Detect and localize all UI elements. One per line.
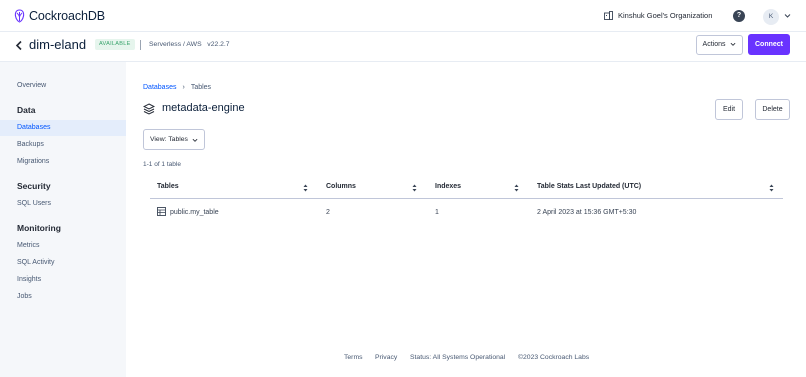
- sort-icon[interactable]: [303, 184, 308, 192]
- back-arrow-icon[interactable]: [15, 40, 23, 51]
- page-title: metadata-engine: [162, 102, 245, 114]
- cluster-name: dim-eland: [29, 37, 87, 52]
- sidebar-item-jobs[interactable]: Jobs: [0, 289, 126, 305]
- edit-button[interactable]: Edit: [715, 99, 743, 120]
- help-button[interactable]: ?: [733, 10, 745, 22]
- sidebar-item-overview[interactable]: Overview: [0, 78, 126, 94]
- sidebar-item-metrics[interactable]: Metrics: [0, 238, 126, 254]
- sidebar-item-databases[interactable]: Databases: [0, 120, 126, 136]
- chevron-down-icon[interactable]: [784, 12, 791, 19]
- header-divider: [140, 40, 141, 50]
- organization-switcher[interactable]: Kinshuk Goel's Organization: [604, 11, 712, 20]
- breadcrumb-tables: Tables: [190, 84, 212, 91]
- sidebar-heading-data: Data: [17, 105, 36, 115]
- sidebar-item-backups[interactable]: Backups: [0, 137, 126, 153]
- footer-copyright: ©2023 Cockroach Labs: [518, 354, 590, 361]
- top-bar: CockroachDB Kinshuk Goel's Organization …: [0, 0, 806, 32]
- column-header-stats-updated[interactable]: Table Stats Last Updated (UTC): [537, 183, 641, 190]
- view-select[interactable]: View: Tables: [143, 129, 205, 150]
- sidebar-item-sql-activity[interactable]: SQL Activity: [0, 255, 126, 271]
- user-avatar[interactable]: K: [763, 9, 779, 25]
- sidebar-item-insights[interactable]: Insights: [0, 272, 126, 288]
- status-badge: AVAILABLE: [95, 39, 135, 50]
- organization-name: Kinshuk Goel's Organization: [618, 11, 713, 20]
- cockroach-logo-icon: [14, 9, 25, 23]
- chevron-down-icon: [192, 138, 198, 142]
- breadcrumb-separator: ›: [182, 84, 185, 91]
- organization-icon: [604, 11, 613, 20]
- column-header-columns[interactable]: Columns: [326, 183, 356, 190]
- table-header: Tables Columns Indexes Table Stats Last …: [150, 177, 783, 199]
- footer-terms-link[interactable]: Terms: [344, 354, 363, 361]
- cluster-meta: Serverless / AWS v22.2.7: [149, 41, 230, 48]
- table-row[interactable]: public.my_table 2 1 2 April 2023 at 15:3…: [150, 199, 783, 229]
- brand-name: CockroachDB: [29, 9, 106, 23]
- actions-label: Actions: [702, 41, 726, 48]
- brand-logo[interactable]: CockroachDB: [14, 9, 105, 23]
- sidebar: Overview Data Databases Backups Migratio…: [0, 62, 126, 377]
- sidebar-item-sql-users[interactable]: SQL Users: [0, 196, 126, 212]
- table-name-link[interactable]: public.my_table: [170, 209, 219, 216]
- sidebar-item-migrations[interactable]: Migrations: [0, 154, 126, 170]
- cell-columns: 2: [326, 209, 330, 216]
- cell-indexes: 1: [435, 209, 439, 216]
- cluster-header: dim-eland AVAILABLE Serverless / AWS v22…: [0, 32, 806, 62]
- delete-button[interactable]: Delete: [755, 99, 790, 120]
- sidebar-heading-security: Security: [17, 181, 51, 191]
- actions-button[interactable]: Actions: [696, 35, 743, 55]
- cell-stats-updated: 2 April 2023 at 15:36 GMT+5:30: [537, 209, 637, 216]
- chevron-down-icon: [731, 42, 736, 47]
- table-icon: [157, 207, 166, 216]
- footer-privacy-link[interactable]: Privacy: [375, 354, 397, 361]
- connect-button[interactable]: Connect: [748, 34, 790, 55]
- sidebar-heading-monitoring: Monitoring: [17, 223, 61, 233]
- sort-icon[interactable]: [412, 184, 417, 192]
- view-select-label: View: Tables: [150, 136, 188, 143]
- sort-icon[interactable]: [769, 184, 774, 192]
- breadcrumb: Databases › Tables: [143, 84, 211, 91]
- breadcrumb-databases[interactable]: Databases: [143, 84, 176, 91]
- sort-icon[interactable]: [514, 184, 519, 192]
- column-header-tables[interactable]: Tables: [157, 183, 179, 190]
- result-count: 1-1 of 1 table: [143, 161, 181, 168]
- database-layers-icon: [143, 103, 155, 115]
- column-header-indexes[interactable]: Indexes: [435, 183, 461, 190]
- footer-status-link[interactable]: Status: All Systems Operational: [410, 354, 505, 361]
